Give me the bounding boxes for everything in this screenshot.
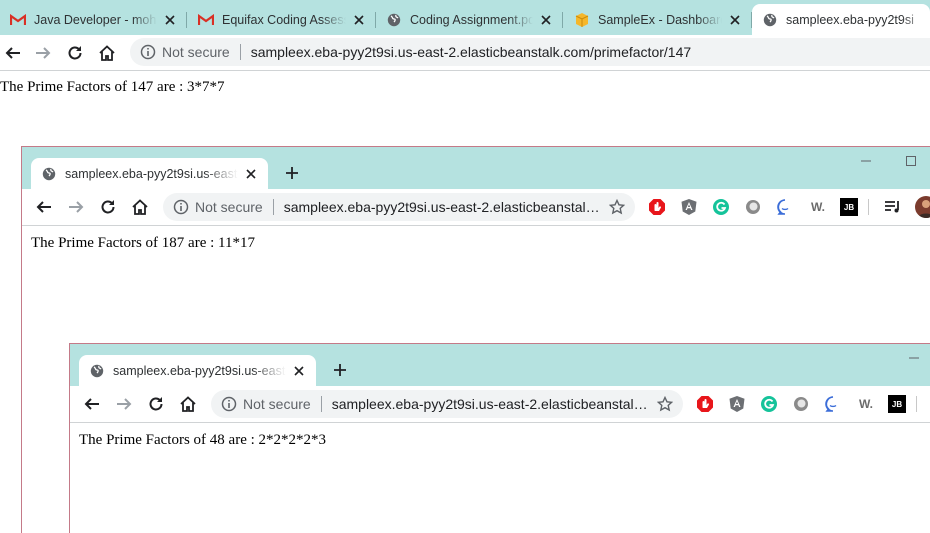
tab-coding-assignment[interactable]: Coding Assignment.pdf: [376, 4, 563, 35]
tab-title: Java Developer - moha: [34, 12, 157, 27]
adblock-icon[interactable]: [648, 198, 666, 216]
tab-title: sampleex.eba-pyy2t9si.us-east-2.: [65, 166, 238, 181]
grammarly-icon[interactable]: [760, 395, 778, 413]
tab-title: Coding Assignment.pdf: [410, 12, 533, 27]
gmail-icon: [198, 12, 214, 28]
tab-equifax-coding[interactable]: Equifax Coding Assessm: [188, 4, 376, 35]
wappalyzer-icon[interactable]: W.: [807, 198, 829, 216]
close-icon[interactable]: [726, 11, 744, 29]
tab-sampleex-dashboard[interactable]: SampleEx - Dashboard: [564, 4, 752, 35]
tab-sampleex-48[interactable]: sampleex.eba-pyy2t9si.us-east-2.: [79, 355, 316, 386]
globe-icon: [386, 12, 402, 28]
circle-ext-icon[interactable]: [792, 395, 810, 413]
home-button[interactable]: [94, 40, 120, 66]
divider: [320, 396, 322, 412]
close-icon[interactable]: [350, 11, 368, 29]
circle-ext-icon[interactable]: [744, 198, 762, 216]
back-button[interactable]: [79, 391, 105, 417]
home-button[interactable]: [127, 194, 153, 220]
reload-button[interactable]: [143, 391, 169, 417]
info-icon[interactable]: [173, 199, 189, 215]
wappalyzer-icon[interactable]: W.: [855, 395, 877, 413]
url-text[interactable]: sampleex.eba-pyy2t9si.us-east-2.elasticb…: [284, 199, 604, 215]
minimize-button[interactable]: [904, 348, 924, 368]
address-bar[interactable]: Not secure sampleex.eba-pyy2t9si.us-east…: [211, 390, 683, 418]
browser-window-48: sampleex.eba-pyy2t9si.us-east-2. Not sec…: [69, 343, 930, 533]
aws-box-icon: [574, 12, 590, 28]
chat-ext-icon[interactable]: [776, 198, 794, 216]
main-toolbar: Not secure sampleex.eba-pyy2t9si.us-east…: [0, 35, 930, 71]
back-button[interactable]: [31, 194, 57, 220]
address-bar[interactable]: Not secure sampleex.eba-pyy2t9si.us-east…: [130, 38, 930, 66]
tab-title: SampleEx - Dashboard: [598, 12, 722, 27]
tab-title: sampleex.eba-pyy2t9si: [786, 12, 914, 27]
tab-java-developer[interactable]: Java Developer - moha: [0, 4, 187, 35]
reload-button[interactable]: [95, 194, 121, 220]
new-tab-button[interactable]: [328, 358, 352, 382]
not-secure-label: Not secure: [162, 44, 230, 60]
gmail-icon: [10, 12, 26, 28]
grammarly-icon[interactable]: [712, 198, 730, 216]
new-tab-button[interactable]: [280, 161, 304, 185]
wappalyzer-label: W.: [811, 200, 825, 214]
maximize-button[interactable]: [901, 151, 921, 171]
close-icon[interactable]: [290, 362, 308, 380]
divider: [916, 396, 917, 412]
not-secure-label: Not secure: [243, 396, 311, 412]
globe-icon: [762, 12, 778, 28]
close-icon[interactable]: [242, 165, 260, 183]
jetbrains-icon[interactable]: JB: [888, 395, 906, 413]
bookmark-star-icon[interactable]: [656, 395, 674, 412]
jetbrains-icon[interactable]: JB: [840, 198, 858, 216]
minimize-button[interactable]: [856, 151, 876, 171]
back-button[interactable]: [0, 40, 26, 66]
toolbar: Not secure sampleex.eba-pyy2t9si.us-east…: [22, 189, 930, 226]
forward-button[interactable]: [63, 194, 89, 220]
bookmark-star-icon[interactable]: [608, 198, 626, 215]
tab-title: Equifax Coding Assessm: [222, 12, 346, 27]
forward-button[interactable]: [111, 391, 137, 417]
chat-ext-icon[interactable]: [824, 395, 842, 413]
wappalyzer-label: W.: [859, 397, 873, 411]
tab-sampleex-active[interactable]: sampleex.eba-pyy2t9si: [752, 4, 930, 35]
angular-icon[interactable]: [728, 395, 746, 413]
not-secure-label: Not secure: [195, 199, 263, 215]
url-text[interactable]: sampleex.eba-pyy2t9si.us-east-2.elasticb…: [332, 396, 652, 412]
page-content: The Prime Factors of 48 are : 2*2*2*2*3: [79, 432, 327, 448]
info-icon[interactable]: [221, 396, 237, 412]
divider: [239, 44, 241, 60]
media-control-icon[interactable]: [884, 198, 902, 216]
jetbrains-label: JB: [843, 202, 855, 212]
page-content: The Prime Factors of 187 are : 11*17: [31, 235, 255, 251]
globe-icon: [89, 363, 105, 379]
jetbrains-label: JB: [891, 399, 903, 409]
tab-title: sampleex.eba-pyy2t9si.us-east-2.: [113, 363, 286, 378]
address-bar[interactable]: Not secure sampleex.eba-pyy2t9si.us-east…: [163, 193, 635, 221]
page-content: The Prime Factors of 147 are : 3*7*7: [0, 79, 225, 95]
toolbar: Not secure sampleex.eba-pyy2t9si.us-east…: [70, 386, 930, 423]
close-icon[interactable]: [537, 11, 555, 29]
close-icon[interactable]: [161, 11, 179, 29]
avatar[interactable]: [915, 196, 930, 218]
divider: [272, 199, 274, 215]
tab-sampleex-187[interactable]: sampleex.eba-pyy2t9si.us-east-2.: [31, 158, 268, 189]
reload-button[interactable]: [62, 40, 88, 66]
url-text[interactable]: sampleex.eba-pyy2t9si.us-east-2.elasticb…: [251, 44, 691, 60]
info-icon[interactable]: [140, 44, 156, 60]
globe-icon: [41, 166, 57, 182]
adblock-icon[interactable]: [696, 395, 714, 413]
divider: [868, 199, 869, 215]
home-button[interactable]: [175, 391, 201, 417]
angular-icon[interactable]: [680, 198, 698, 216]
forward-button[interactable]: [30, 40, 56, 66]
